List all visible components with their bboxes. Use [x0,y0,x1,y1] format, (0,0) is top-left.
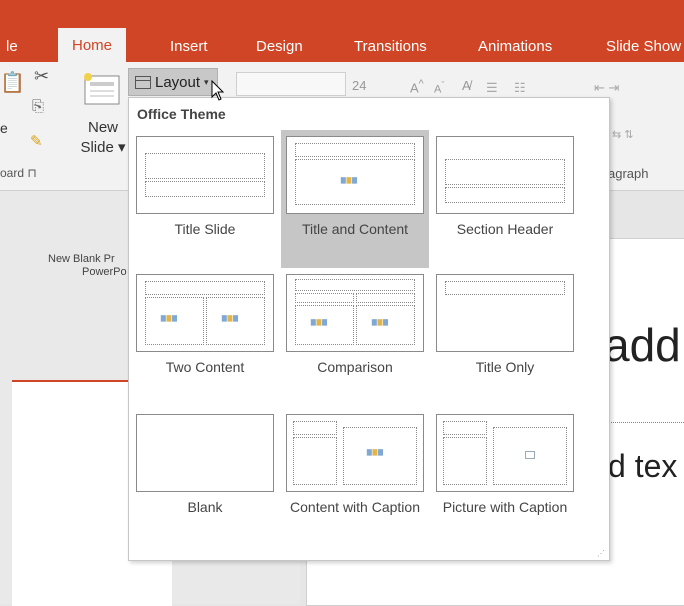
content-icons: ▇▇▇ [311,320,328,326]
layout-label: Content with Caption [290,499,420,515]
tab-animations[interactable]: Animations [478,38,552,55]
resize-grip-icon[interactable]: ⋰ [597,549,605,558]
tab-design[interactable]: Design [256,38,303,55]
tab-file[interactable]: le [6,38,18,55]
chevron-down-icon: ▾ [204,76,209,87]
placeholder [145,281,265,295]
placeholder [443,421,487,435]
paragraph-group-label: agraph [608,166,649,181]
content-icons: ▇▇▇ [161,316,178,322]
placeholder [295,279,415,291]
slide-body-placeholder[interactable]: d tex [608,448,677,485]
numbering-icon[interactable]: ☷ [514,80,526,96]
template-caption[interactable]: New Blank Pr PowerPo [48,253,138,279]
layout-title-slide[interactable]: Title Slide [131,130,279,268]
mouse-cursor-icon [211,80,225,101]
layout-label: Two Content [165,359,245,375]
placeholder [445,281,565,295]
layout-label: Title and Content [301,221,409,237]
layout-picture-with-caption[interactable]: Picture with Caption [431,408,579,558]
placeholder [445,187,565,203]
clear-formatting-icon[interactable]: A̸ [462,78,471,93]
content-icons: ▇▇▇ [367,450,384,456]
content-icons: ▇▇▇ [372,320,389,326]
slide-title-placeholder[interactable]: add [604,318,681,372]
layout-content-with-caption[interactable]: ▇▇▇ Content with Caption [281,408,429,558]
bullets-icon[interactable]: ☰ [486,80,498,96]
placeholder [145,181,265,197]
cut-icon[interactable]: ✂ [34,66,49,87]
gallery-section-title: Office Theme [137,106,226,122]
placeholder [293,421,337,435]
layout-label: Section Header [456,221,554,237]
increase-font-size-icon[interactable]: A^ [410,78,424,95]
layout-label: Picture with Caption [442,499,568,515]
placeholder [295,293,354,303]
content-icons: ▇▇▇ [341,178,358,184]
new-slide-button[interactable]: New Slide ▾ [78,118,128,158]
font-family-combobox[interactable] [236,72,346,96]
layout-gallery: Office Theme Title Slide ▇▇▇ Title and C… [128,97,610,561]
text-direction-icon[interactable]: ⇆ ⇅ [612,128,634,141]
tab-insert[interactable]: Insert [170,38,208,55]
placeholder [343,427,417,485]
layout-button-label: Layout [155,73,201,91]
picture-icon [525,451,535,459]
placeholder [295,143,415,157]
template-caption-line2: PowerPo [82,266,127,278]
layout-preview: ▇▇▇ [286,136,424,214]
new-slide-label: New [87,119,118,136]
layout-two-content[interactable]: ▇▇▇ ▇▇▇ Two Content [131,268,279,408]
layout-preview [436,274,574,352]
layout-label: Comparison [317,359,393,375]
layout-preview [436,414,574,492]
placeholder [356,293,415,303]
placeholder [145,153,265,179]
layout-icon [135,75,151,89]
layout-preview: ▇▇▇ ▇▇▇ [136,274,274,352]
decrease-font-size-icon[interactable]: Aˇ [434,80,444,96]
layout-button[interactable]: Layout ▾ [128,68,218,96]
layout-blank[interactable]: Blank [131,408,279,558]
placeholder [443,437,487,485]
placeholder-border [606,422,684,423]
layout-preview [136,414,274,492]
layout-title-and-content[interactable]: ▇▇▇ Title and Content [281,130,429,268]
paste-label[interactable]: e [0,120,8,136]
new-slide-icon[interactable] [82,72,122,108]
placeholder [445,159,565,185]
layout-label: Title Only [475,359,535,375]
layout-label: Blank [187,499,223,515]
layout-preview [136,136,274,214]
clipboard-group-label: oard ⊓ [0,166,37,180]
tab-slide-show[interactable]: Slide Show [606,38,681,55]
placeholder [293,437,337,485]
content-icons: ▇▇▇ [222,316,239,322]
layout-comparison[interactable]: ▇▇▇ ▇▇▇ Comparison [281,268,429,408]
layout-preview [436,136,574,214]
paste-icon[interactable]: 📋 [0,70,25,95]
layout-section-header[interactable]: Section Header [431,130,579,268]
layout-preview: ▇▇▇ [286,414,424,492]
copy-icon[interactable]: ⎘ [32,98,44,115]
format-painter-icon[interactable]: ✎ [30,132,43,150]
indent-icon[interactable]: ⇤ ⇥ [594,80,619,96]
layout-label: Title Slide [174,221,236,237]
layout-title-only[interactable]: Title Only [431,268,579,408]
template-caption-line1: New Blank Pr [48,253,115,265]
tab-transitions[interactable]: Transitions [354,38,427,55]
layout-preview: ▇▇▇ ▇▇▇ [286,274,424,352]
new-slide-dropdown-label: Slide ▾ [80,139,126,156]
font-size-combobox[interactable]: 24 [352,78,366,93]
